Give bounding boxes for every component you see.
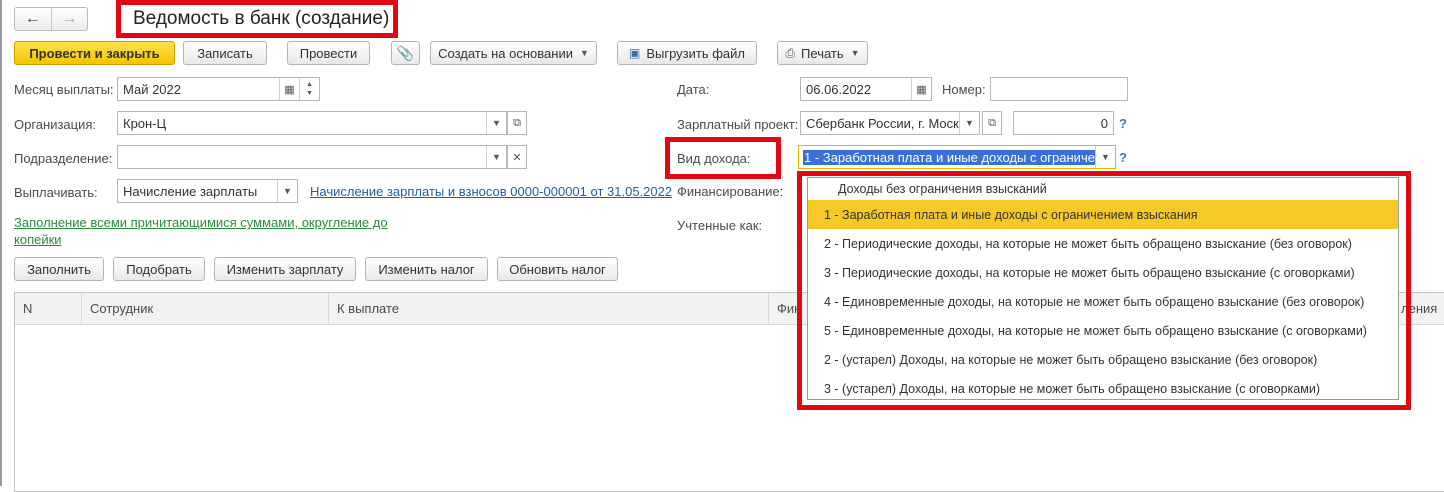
change-tax-button[interactable]: Изменить налог [365, 257, 488, 281]
fill-settings-link[interactable]: Заполнение всеми причитающимися суммами,… [14, 214, 409, 248]
chevron-down-icon: ▼ [579, 48, 589, 58]
accrual-document-link[interactable]: Начисление зарплаты и взносов 0000-00000… [310, 184, 672, 199]
project-count-field[interactable]: 0 [1013, 111, 1114, 135]
chevron-down-icon[interactable]: ▼ [959, 112, 979, 134]
dropdown-option[interactable]: 4 - Единовременные доходы, на которые не… [808, 287, 1398, 316]
post-and-close-label: Провести и закрыть [29, 45, 160, 61]
month-value: Май 2022 [123, 81, 181, 97]
calendar-icon[interactable]: ▦ [279, 78, 299, 100]
change-salary-label: Изменить зарплату [226, 261, 344, 277]
update-tax-button[interactable]: Обновить налог [497, 257, 618, 281]
dropdown-option[interactable]: Доходы без ограничения взысканий [808, 178, 1398, 200]
income-type-dropdown[interactable]: Доходы без ограничения взысканий 1 - Зар… [807, 177, 1399, 400]
financing-label: Финансирование: [677, 184, 784, 199]
dept-field[interactable]: ▼ [117, 145, 507, 169]
fill-label: Заполнить [27, 261, 91, 277]
date-value: 06.06.2022 [806, 81, 872, 97]
org-label: Организация: [14, 117, 97, 132]
column-header-employee[interactable]: Сотрудник [82, 293, 329, 324]
spinner-icon[interactable]: ▲ ▼ [299, 78, 319, 100]
export-file-icon: ▣ [628, 46, 641, 60]
pay-field[interactable]: Начисление зарплаты ▼ [117, 179, 298, 203]
page-title: Ведомость в банк (создание) [116, 0, 398, 38]
create-based-on-label: Создать на основании [438, 45, 573, 61]
income-type-value: 1 - Заработная плата и иные доходы с огр… [803, 149, 1095, 165]
income-label-highlight [665, 137, 781, 179]
dropdown-option[interactable]: 2 - (устарел) Доходы, на которые не може… [808, 345, 1398, 374]
save-button[interactable]: Записать [183, 41, 267, 65]
nav-buttons: ← → [14, 7, 88, 31]
forward-arrow-icon[interactable]: → [50, 8, 88, 30]
update-tax-label: Обновить налог [509, 261, 606, 277]
printer-icon: ⎙ [785, 45, 796, 60]
help-icon[interactable]: ? [1119, 150, 1127, 165]
dept-label: Подразделение: [14, 151, 113, 166]
back-arrow-icon[interactable]: ← [15, 8, 51, 30]
window-edge [0, 0, 2, 486]
pay-value: Начисление зарплаты [123, 183, 258, 199]
date-field[interactable]: 06.06.2022 ▦ [800, 77, 932, 101]
dropdown-option[interactable]: 3 - Периодические доходы, на которые не … [808, 258, 1398, 287]
chevron-down-icon[interactable]: ▼ [486, 146, 506, 168]
dropdown-option[interactable]: 3 - (устарел) Доходы, на которые не може… [808, 374, 1398, 399]
save-label: Записать [197, 45, 253, 61]
column-header-to-pay[interactable]: К выплате [329, 293, 769, 324]
number-label: Номер: [942, 82, 986, 97]
post-button[interactable]: Провести [287, 41, 370, 65]
dropdown-option[interactable]: 2 - Периодические доходы, на которые не … [808, 229, 1398, 258]
chevron-down-icon[interactable]: ▼ [1095, 146, 1115, 168]
pay-label: Выплачивать: [14, 185, 98, 200]
project-label: Зарплатный проект: [677, 117, 799, 132]
paperclip-icon: 📎 [396, 44, 415, 61]
create-based-on-button[interactable]: Создать на основании ▼ [430, 41, 597, 65]
print-button[interactable]: ⎙ Печать ▼ [777, 41, 868, 65]
income-type-field[interactable]: 1 - Заработная плата и иные доходы с огр… [798, 145, 1116, 169]
project-field[interactable]: Сбербанк России, г. Моск ▼ [800, 111, 980, 135]
select-button[interactable]: Подобрать [113, 257, 205, 281]
month-label: Месяц выплаты: [14, 82, 114, 97]
change-salary-button[interactable]: Изменить зарплату [214, 257, 356, 281]
chevron-down-icon: ▼ [850, 48, 860, 58]
change-tax-label: Изменить налог [378, 261, 475, 277]
open-icon[interactable]: ⧉ [507, 111, 527, 135]
export-file-button[interactable]: ▣ Выгрузить файл [617, 41, 757, 65]
open-icon[interactable]: ⧉ [982, 111, 1002, 135]
print-label: Печать [801, 45, 844, 61]
dropdown-option-selected[interactable]: 1 - Заработная плата и иные доходы с огр… [808, 200, 1398, 229]
project-count-value: 0 [1100, 115, 1108, 131]
post-and-close-button[interactable]: Провести и закрыть [14, 41, 175, 65]
clear-icon[interactable]: ✕ [507, 145, 527, 169]
fill-button[interactable]: Заполнить [14, 257, 104, 281]
chevron-down-icon[interactable]: ▼ [277, 180, 297, 202]
select-label: Подобрать [126, 261, 192, 277]
project-value: Сбербанк России, г. Моск [806, 115, 959, 131]
chevron-down-icon[interactable]: ▼ [486, 112, 506, 134]
org-value: Крон-Ц [123, 115, 167, 131]
org-field[interactable]: Крон-Ц ▼ [117, 111, 507, 135]
post-label: Провести [299, 45, 358, 61]
dropdown-option[interactable]: 5 - Единовременные доходы, на которые не… [808, 316, 1398, 345]
page-title-text: Ведомость в банк (создание) [133, 8, 390, 29]
export-file-label: Выгрузить файл [646, 45, 746, 61]
accounted-as-label: Учтенные как: [677, 218, 763, 233]
month-field[interactable]: Май 2022 ▦ ▲ ▼ [117, 77, 320, 101]
calendar-icon[interactable]: ▦ [911, 78, 931, 100]
date-label: Дата: [677, 82, 710, 97]
help-icon[interactable]: ? [1119, 116, 1127, 131]
attach-button[interactable]: 📎 [391, 41, 420, 65]
column-header-n[interactable]: N [15, 293, 82, 324]
number-field[interactable] [990, 77, 1128, 101]
